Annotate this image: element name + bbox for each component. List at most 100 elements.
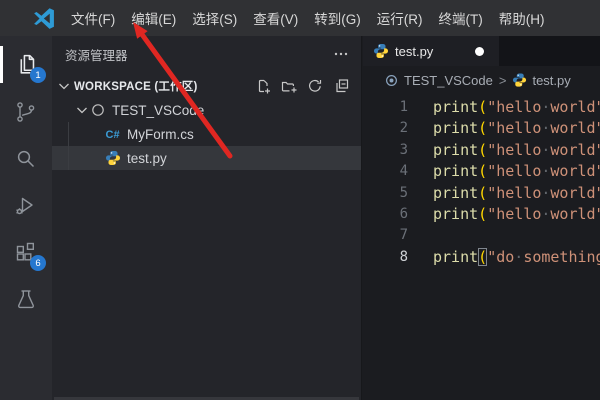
explorer-title: 资源管理器	[65, 45, 128, 64]
tree-item-test-py[interactable]: test.py	[52, 146, 361, 170]
activity-source-control[interactable]	[0, 88, 52, 135]
menu-bar: 文件(F)编辑(E)选择(S)查看(V)转到(G)运行(R)终端(T)帮助(H)	[63, 4, 553, 32]
code-line[interactable]: 5print("hello·world"	[363, 183, 600, 204]
badge: 6	[30, 255, 46, 271]
csharp-icon: C#	[105, 126, 121, 142]
tab-test-py[interactable]: test.py	[363, 36, 499, 66]
record-icon	[384, 73, 399, 88]
code-token: something	[523, 248, 600, 266]
chevron-down-icon	[56, 78, 72, 94]
vscode-logo-icon	[31, 6, 56, 31]
menu-file[interactable]: 文件(F)	[63, 4, 123, 32]
tree-indent-guide	[68, 122, 69, 170]
code-token: (	[478, 119, 487, 137]
code-token: print	[433, 184, 478, 202]
tree-item-test-vscode[interactable]: TEST_VSCode	[52, 98, 361, 122]
tab-label: test.py	[395, 44, 433, 59]
collapse-all-icon[interactable]	[333, 78, 349, 94]
more-actions-icon[interactable]	[333, 46, 349, 62]
code-token: (	[478, 141, 487, 159]
code-token: world"	[550, 119, 600, 137]
line-number: 6	[363, 204, 408, 225]
code-line[interactable]: 2print("hello·world"	[363, 118, 600, 139]
tab-bar: test.py	[363, 36, 600, 66]
code-token: print	[433, 248, 478, 266]
code-line[interactable]: 1 print("hello·world"	[363, 97, 600, 118]
circle-outline-icon	[90, 102, 106, 118]
menu-view[interactable]: 查看(V)	[245, 4, 306, 32]
menu-selection[interactable]: 选择(S)	[184, 4, 245, 32]
code-token: ·	[514, 248, 523, 266]
breadcrumb-item[interactable]: TEST_VSCode	[384, 73, 493, 88]
line-number: 1	[363, 97, 408, 118]
code-line[interactable]: 8 print("do·something	[363, 247, 600, 268]
code-line[interactable]: 4print("hello·world"	[363, 161, 600, 182]
activity-explorer[interactable]: 1	[0, 41, 52, 88]
python-icon	[512, 73, 527, 88]
activity-run-debug[interactable]	[0, 182, 52, 229]
section-actions	[255, 78, 349, 94]
tree-item-label: test.py	[127, 151, 167, 166]
tree-item-label: MyForm.cs	[127, 127, 194, 142]
code-token: "hello	[487, 184, 541, 202]
code-token: world"	[550, 162, 600, 180]
code-token: "hello	[487, 98, 541, 116]
code-token: print	[433, 141, 478, 159]
code-token: "do	[487, 248, 514, 266]
code-token: "hello	[487, 162, 541, 180]
code-token: "hello	[487, 205, 541, 223]
code-token: print	[433, 205, 478, 223]
code-token: print	[433, 119, 478, 137]
title-bar: 文件(F)编辑(E)选择(S)查看(V)转到(G)运行(R)终端(T)帮助(H)	[0, 0, 600, 36]
code-text: print("do·something	[433, 247, 600, 268]
chevron-down-icon	[74, 102, 90, 118]
line-number: 4	[363, 161, 408, 182]
menu-terminal[interactable]: 终端(T)	[431, 4, 491, 32]
menu-go[interactable]: 转到(G)	[306, 4, 369, 32]
activity-extensions[interactable]: 6	[0, 229, 52, 276]
code-text: print("hello·world"	[433, 97, 600, 118]
svg-text:C#: C#	[106, 129, 120, 141]
code-area[interactable]: 1print("hello·world"2print("hello·world"…	[363, 94, 600, 400]
tree-item-myform-cs[interactable]: C# MyForm.cs	[52, 122, 361, 146]
breadcrumb-label: TEST_VSCode	[404, 73, 493, 88]
activity-bar: 16	[0, 36, 52, 400]
code-token: (	[478, 162, 487, 180]
code-token: world"	[550, 141, 600, 159]
menu-run[interactable]: 运行(R)	[369, 4, 431, 32]
activity-testing[interactable]	[0, 276, 52, 323]
breadcrumb-item[interactable]: test.py	[512, 73, 570, 88]
unsaved-changes-indicator[interactable]	[475, 47, 484, 56]
code-text: print("hello·world"	[433, 183, 600, 204]
bracket-match-highlight: (	[478, 248, 487, 266]
line-number: 8	[363, 247, 408, 268]
code-token: print	[433, 98, 478, 116]
python-icon	[373, 43, 389, 59]
tree-item-label: TEST_VSCode	[112, 103, 204, 118]
code-token: (	[478, 184, 487, 202]
new-file-icon[interactable]	[255, 78, 271, 94]
editor-group: test.py TEST_VSCode>test.py 1print("hell…	[363, 36, 600, 400]
activity-search[interactable]	[0, 135, 52, 182]
code-text: print("hello·world"	[433, 140, 600, 161]
code-token: world"	[550, 98, 600, 116]
code-line[interactable]: 3print("hello·world"	[363, 140, 600, 161]
code-token: (	[478, 205, 487, 223]
menu-edit[interactable]: 编辑(E)	[123, 4, 184, 32]
badge: 1	[30, 67, 46, 83]
new-folder-icon[interactable]	[281, 78, 297, 94]
refresh-icon[interactable]	[307, 78, 323, 94]
code-token: world"	[550, 205, 600, 223]
run-debug-icon	[14, 194, 38, 218]
code-token: "hello	[487, 119, 541, 137]
explorer-sidebar: 资源管理器 WORKSPACE (工作区) TEST_VSCode C# MyFor…	[52, 36, 362, 400]
menu-help[interactable]: 帮助(H)	[491, 4, 553, 32]
code-line[interactable]: 6print("hello·world"	[363, 204, 600, 225]
code-line[interactable]: 7	[363, 225, 600, 246]
code-token: world"	[550, 184, 600, 202]
workspace-section-header[interactable]: WORKSPACE (工作区)	[52, 74, 361, 98]
breadcrumbs: TEST_VSCode>test.py	[363, 66, 600, 94]
beaker-icon	[14, 288, 38, 312]
line-number: 2	[363, 118, 408, 139]
code-token: (	[478, 98, 487, 116]
